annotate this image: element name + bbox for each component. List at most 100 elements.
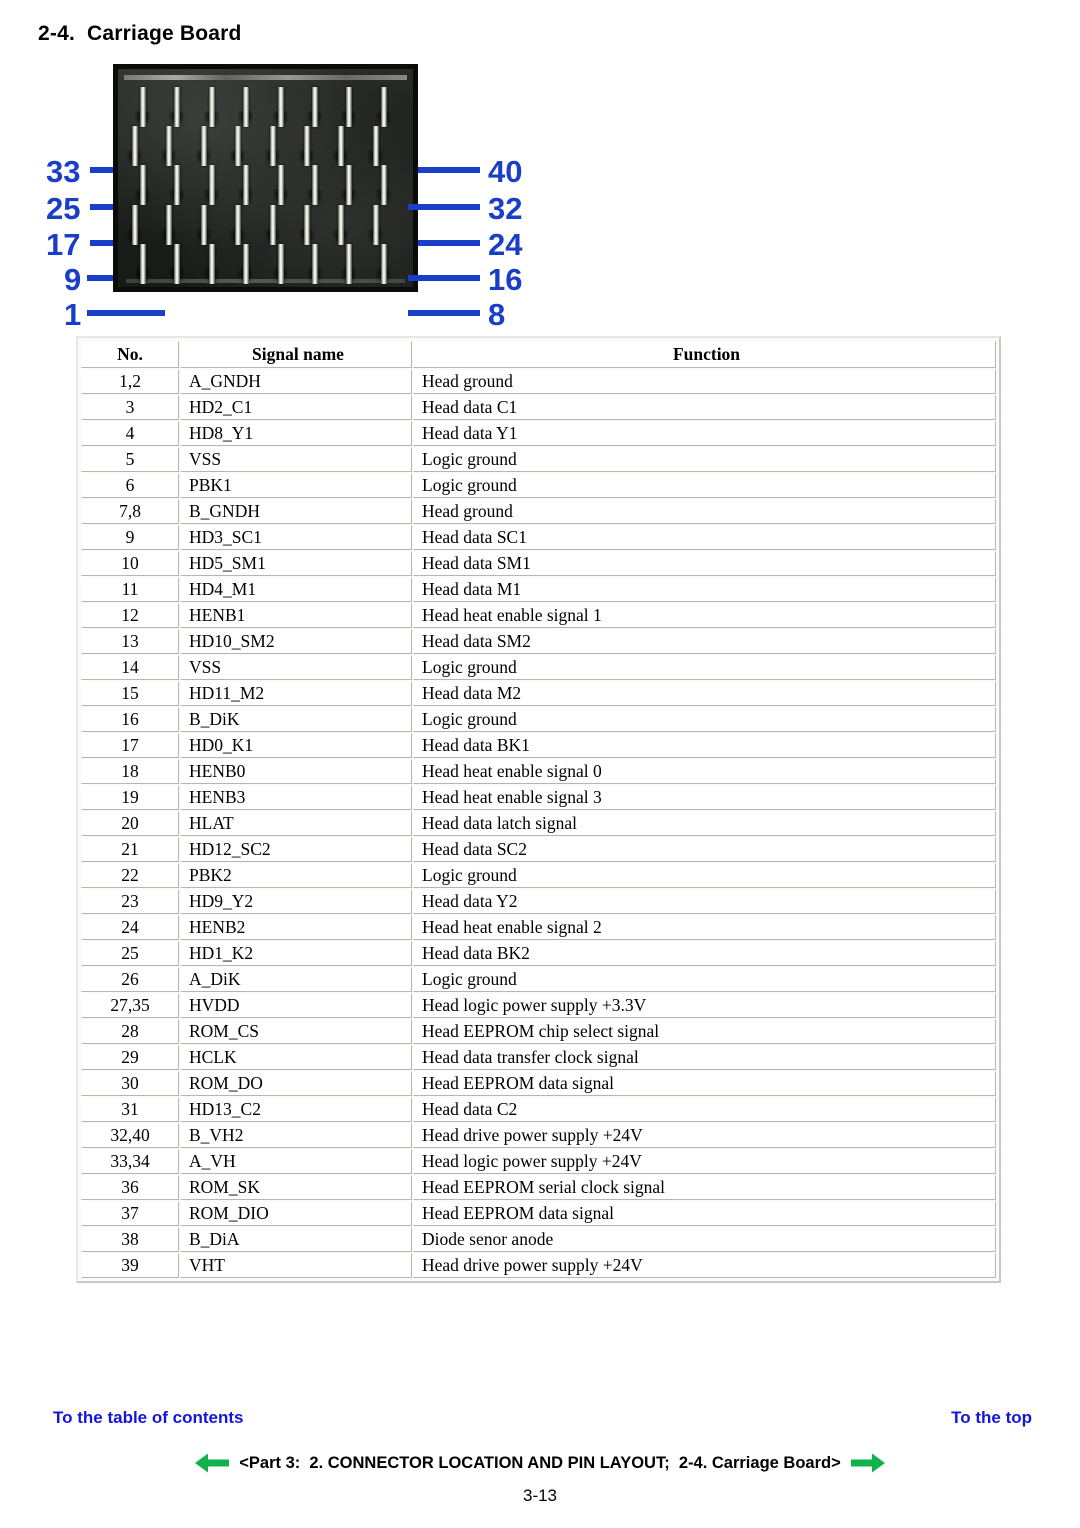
cell-function: Diode senor anode xyxy=(413,1227,996,1252)
column-header-signal: Signal name xyxy=(180,341,412,368)
cell-function: Head data SM2 xyxy=(413,629,996,654)
cell-function: Head logic power supply +24V xyxy=(413,1149,996,1174)
callout-left-9: 9 xyxy=(64,262,82,297)
footer-links: To the table of contents To the top xyxy=(0,1408,1080,1434)
table-header-row: No. Signal name Function xyxy=(81,341,996,368)
cell-signal-name: VHT xyxy=(180,1253,412,1278)
cell-pin-no: 24 xyxy=(81,915,179,940)
cell-signal-name: HVDD xyxy=(180,993,412,1018)
cell-signal-name: HD4_M1 xyxy=(180,577,412,602)
cell-pin-no: 13 xyxy=(81,629,179,654)
connector-pin xyxy=(208,165,215,206)
cell-signal-name: ROM_DO xyxy=(180,1071,412,1096)
cell-signal-name: HD3_SC1 xyxy=(180,525,412,550)
cell-pin-no: 30 xyxy=(81,1071,179,1096)
connector-pin xyxy=(132,126,138,167)
cell-signal-name: B_DiK xyxy=(180,707,412,732)
cell-function: Head data SC2 xyxy=(413,837,996,862)
column-header-no: No. xyxy=(81,341,179,368)
table-row: 14 VSS Logic ground xyxy=(81,655,996,680)
table-row: 23 HD9_Y2 Head data Y2 xyxy=(81,889,996,914)
cell-function: Head data SC1 xyxy=(413,525,996,550)
connector-pin xyxy=(174,165,181,206)
cell-function: Head drive power supply +24V xyxy=(413,1253,996,1278)
cell-signal-name: B_DiA xyxy=(180,1227,412,1252)
cell-signal-name: HD11_M2 xyxy=(180,681,412,706)
cell-signal-name: HD5_SM1 xyxy=(180,551,412,576)
cell-signal-name: ROM_CS xyxy=(180,1019,412,1044)
cell-function: Head logic power supply +3.3V xyxy=(413,993,996,1018)
link-table-of-contents[interactable]: To the table of contents xyxy=(53,1408,243,1428)
table-row: 19 HENB3 Head heat enable signal 3 xyxy=(81,785,996,810)
table-row: 17 HD0_K1 Head data BK1 xyxy=(81,733,996,758)
link-to-the-top[interactable]: To the top xyxy=(951,1408,1032,1428)
cell-pin-no: 23 xyxy=(81,889,179,914)
callout-right-8: 8 xyxy=(488,297,506,332)
table-row: 11 HD4_M1 Head data M1 xyxy=(81,577,996,602)
table-row: 12 HENB1 Head heat enable signal 1 xyxy=(81,603,996,628)
table-row: 10 HD5_SM1 Head data SM1 xyxy=(81,551,996,576)
cell-signal-name: HD13_C2 xyxy=(180,1097,412,1122)
cell-pin-no: 6 xyxy=(81,473,179,498)
table-row: 16 B_DiK Logic ground xyxy=(81,707,996,732)
cell-function: Head heat enable signal 2 xyxy=(413,915,996,940)
cell-function: Head EEPROM chip select signal xyxy=(413,1019,996,1044)
connector-pin xyxy=(243,87,250,127)
connector-pin xyxy=(338,204,345,245)
cell-signal-name: HD8_Y1 xyxy=(180,421,412,446)
cell-pin-no: 22 xyxy=(81,863,179,888)
cell-function: Head data C2 xyxy=(413,1097,996,1122)
connector-pin-grid xyxy=(127,85,401,284)
cell-pin-no: 20 xyxy=(81,811,179,836)
cell-signal-name: VSS xyxy=(180,655,412,680)
cell-signal-name: HENB2 xyxy=(180,915,412,940)
cell-pin-no: 7,8 xyxy=(81,499,179,524)
connector-pin xyxy=(235,126,242,167)
cell-signal-name: B_GNDH xyxy=(180,499,412,524)
cell-pin-no: 12 xyxy=(81,603,179,628)
leader-line-1 xyxy=(87,310,165,316)
cell-signal-name: ROM_SK xyxy=(180,1175,412,1200)
leader-line-40 xyxy=(418,167,480,173)
arrow-right-icon[interactable] xyxy=(850,1452,885,1474)
connector-figure: 33 25 17 9 1 40 32 24 16 8 xyxy=(40,58,560,330)
table-row: 33,34 A_VH Head logic power supply +24V xyxy=(81,1149,996,1174)
cell-pin-no: 10 xyxy=(81,551,179,576)
cell-signal-name: HD2_C1 xyxy=(180,395,412,420)
cell-signal-name: HD9_Y2 xyxy=(180,889,412,914)
cell-signal-name: PBK2 xyxy=(180,863,412,888)
table-row: 37 ROM_DIO Head EEPROM data signal xyxy=(81,1201,996,1226)
leader-line-8 xyxy=(408,310,480,316)
callout-left-1: 1 xyxy=(64,297,82,332)
cell-function: Head EEPROM data signal xyxy=(413,1201,996,1226)
cell-pin-no: 14 xyxy=(81,655,179,680)
cell-pin-no: 37 xyxy=(81,1201,179,1226)
cell-pin-no: 36 xyxy=(81,1175,179,1200)
cell-signal-name: HD1_K2 xyxy=(180,941,412,966)
breadcrumb-label: <Part 3: 2. CONNECTOR LOCATION AND PIN L… xyxy=(239,1453,841,1472)
connector-pin xyxy=(208,87,215,127)
table-row: 30 ROM_DO Head EEPROM data signal xyxy=(81,1071,996,1096)
connector-pin xyxy=(311,243,318,284)
cell-pin-no: 3 xyxy=(81,395,179,420)
leader-line-24 xyxy=(418,240,480,246)
connector-pin xyxy=(380,165,387,206)
arrow-left-icon[interactable] xyxy=(195,1452,230,1474)
cell-signal-name: VSS xyxy=(180,447,412,472)
cell-signal-name: HD0_K1 xyxy=(180,733,412,758)
cell-function: Logic ground xyxy=(413,967,996,992)
connector-pin xyxy=(166,204,173,245)
cell-signal-name: A_VH xyxy=(180,1149,412,1174)
cell-pin-no: 4 xyxy=(81,421,179,446)
cell-function: Logic ground xyxy=(413,863,996,888)
cell-function: Head ground xyxy=(413,369,996,394)
connector-pin xyxy=(166,126,173,167)
cell-signal-name: B_VH2 xyxy=(180,1123,412,1148)
connector-pin xyxy=(132,204,138,245)
cell-function: Head data M2 xyxy=(413,681,996,706)
connector-pin xyxy=(208,243,215,284)
connector-top-edge xyxy=(124,75,407,80)
connector-pin xyxy=(277,243,284,284)
cell-function: Head data BK1 xyxy=(413,733,996,758)
cell-pin-no: 1,2 xyxy=(81,369,179,394)
